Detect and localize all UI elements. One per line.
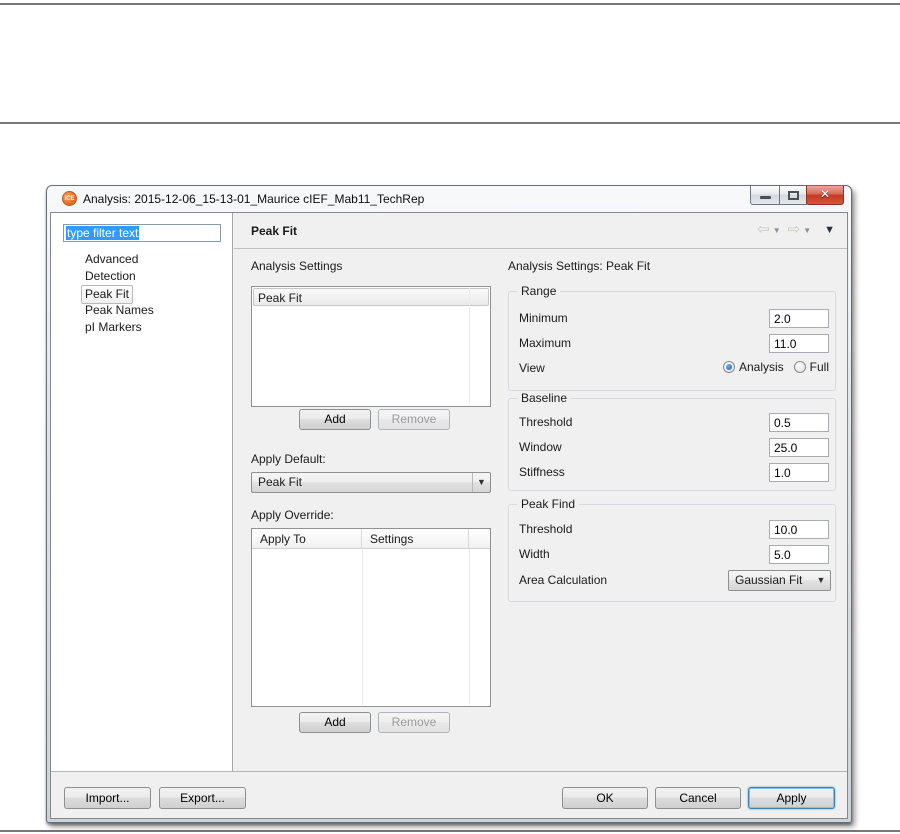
back-history-caret-icon[interactable]: ▼: [773, 226, 781, 235]
view-label: View: [519, 361, 545, 375]
baseline-threshold-label: Threshold: [519, 415, 573, 429]
apply-override-remove-button: Remove: [378, 712, 450, 733]
table-scrollbar-track: [469, 549, 470, 705]
list-item-peak-fit[interactable]: Peak Fit: [253, 288, 489, 306]
app-icon: iCE: [62, 191, 77, 206]
area-calculation-combobox[interactable]: Gaussian Fit ▼: [728, 570, 831, 591]
column-header-apply-to[interactable]: Apply To: [252, 529, 362, 549]
sidebar: type filter text Advanced Detection Peak…: [51, 213, 233, 771]
apply-button[interactable]: Apply: [748, 787, 835, 809]
apply-default-value: Peak Fit: [258, 475, 303, 489]
baseline-group: Baseline Threshold Window Stiffness: [508, 391, 836, 491]
titlebar[interactable]: iCE Analysis: 2015-12-06_15-13-01_Mauric…: [47, 186, 851, 212]
window-controls: ✕: [750, 186, 844, 205]
analysis-settings-label: Analysis Settings: [251, 259, 343, 273]
sidebar-item-advanced[interactable]: Advanced: [51, 251, 232, 268]
apply-default-label: Apply Default:: [251, 452, 326, 466]
analysis-settings-add-button[interactable]: Add: [299, 409, 371, 430]
area-calculation-value: Gaussian Fit: [735, 573, 803, 587]
area-calculation-label: Area Calculation: [519, 573, 608, 587]
forward-arrow-icon[interactable]: ⇨: [788, 222, 801, 238]
column-header-settings[interactable]: Settings: [362, 529, 469, 549]
peak-find-group-title: Peak Find: [517, 497, 580, 511]
baseline-window-label: Window: [519, 440, 562, 454]
document-rule-top: [0, 3, 900, 5]
sidebar-item-peak-fit[interactable]: Peak Fit: [51, 285, 232, 304]
analysis-dialog: iCE Analysis: 2015-12-06_15-13-01_Mauric…: [46, 185, 852, 823]
settings-tree: Advanced Detection Peak Fit Peak Names p…: [51, 251, 232, 336]
area-calculation-dropdown-icon[interactable]: ▼: [812, 571, 830, 590]
minimize-icon: [760, 196, 771, 199]
ok-button[interactable]: OK: [562, 787, 648, 809]
view-full-radio[interactable]: [793, 361, 806, 373]
table-column-divider: [362, 549, 363, 705]
peak-find-width-label: Width: [519, 547, 550, 561]
analysis-settings-remove-button: Remove: [378, 409, 450, 430]
sidebar-item-peak-names[interactable]: Peak Names: [51, 302, 232, 319]
forward-history-caret-icon[interactable]: ▼: [803, 226, 811, 235]
minimum-input[interactable]: [769, 309, 829, 328]
baseline-stiffness-input[interactable]: [769, 463, 829, 482]
header-nav-tools: ⇦ ▼ ⇨ ▼ ▼: [757, 222, 835, 238]
maximum-label: Maximum: [519, 336, 572, 350]
baseline-group-title: Baseline: [517, 391, 572, 405]
document-rule-bottom: [0, 830, 900, 832]
cancel-button[interactable]: Cancel: [655, 787, 741, 809]
baseline-threshold-input[interactable]: [769, 413, 829, 432]
page-header: Peak Fit ⇦ ▼ ⇨ ▼ ▼: [234, 213, 847, 249]
page-title: Peak Fit: [251, 224, 298, 238]
back-arrow-icon[interactable]: ⇦: [757, 222, 770, 238]
list-scrollbar-track: [469, 288, 470, 405]
right-panel-title: Analysis Settings: Peak Fit: [508, 259, 651, 273]
view-analysis-radio-label[interactable]: Analysis: [739, 360, 784, 374]
view-radio-group: Analysis Full: [722, 360, 829, 374]
window-title: Analysis: 2015-12-06_15-13-01_Maurice cI…: [83, 192, 425, 206]
apply-override-table-header: Apply To Settings: [252, 529, 490, 549]
range-group-title: Range: [517, 284, 561, 298]
apply-default-combobox[interactable]: Peak Fit ▼: [251, 472, 491, 493]
dialog-client-area: type filter text Advanced Detection Peak…: [50, 212, 848, 819]
apply-override-add-button[interactable]: Add: [299, 712, 371, 733]
apply-override-table[interactable]: Apply To Settings: [251, 528, 491, 707]
baseline-stiffness-label: Stiffness: [519, 465, 565, 479]
analysis-settings-list[interactable]: Peak Fit: [251, 286, 491, 407]
minimize-button[interactable]: [750, 186, 780, 205]
maximize-button[interactable]: [779, 186, 807, 205]
peak-find-threshold-label: Threshold: [519, 522, 573, 536]
apply-default-dropdown-icon[interactable]: ▼: [472, 473, 490, 492]
document-rule-middle: [0, 122, 900, 124]
sidebar-item-pi-markers[interactable]: pI Markers: [51, 319, 232, 336]
import-button[interactable]: Import...: [64, 787, 151, 809]
export-button[interactable]: Export...: [159, 787, 246, 809]
apply-override-label: Apply Override:: [251, 508, 334, 522]
maximum-input[interactable]: [769, 334, 829, 353]
view-full-radio-label[interactable]: Full: [810, 360, 829, 374]
footer-button-bar: Import... Export... OK Cancel Apply: [51, 771, 847, 818]
close-button[interactable]: ✕: [806, 186, 844, 205]
main-panel: Peak Fit ⇦ ▼ ⇨ ▼ ▼ Analysis Settings Pea…: [234, 213, 847, 771]
peak-find-threshold-input[interactable]: [769, 520, 829, 539]
minimum-label: Minimum: [519, 311, 568, 325]
view-analysis-radio[interactable]: [722, 361, 735, 373]
view-menu-caret-icon[interactable]: ▼: [824, 224, 835, 236]
maximize-icon: [788, 191, 799, 200]
filter-input[interactable]: type filter text: [63, 224, 221, 242]
sidebar-item-detection[interactable]: Detection: [51, 268, 232, 285]
range-group: Range Minimum Maximum View Analysis Full: [508, 284, 836, 391]
peak-find-group: Peak Find Threshold Width Area Calculati…: [508, 497, 836, 602]
baseline-window-input[interactable]: [769, 438, 829, 457]
close-icon: ✕: [819, 187, 831, 201]
filter-input-selected-text: type filter text: [66, 226, 140, 240]
peak-find-width-input[interactable]: [769, 545, 829, 564]
